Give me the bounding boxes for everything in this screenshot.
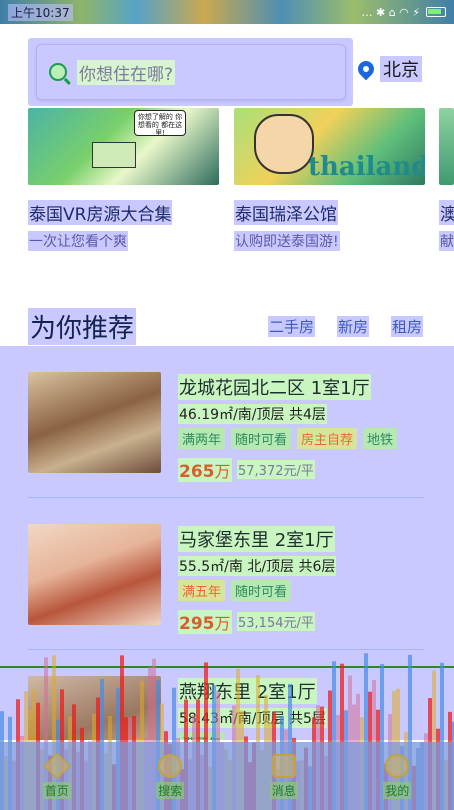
list-item[interactable]: 燕翔东里 2室1厅 58.43㎡/南/顶层 共5层 满两年 bbox=[28, 676, 428, 740]
banner-title: 澳 bbox=[439, 200, 454, 225]
list-item[interactable]: 龙城花园北二区 1室1厅 46.19㎡/南/顶层 共4层 满两年 随时可看 房主… bbox=[28, 372, 428, 507]
banner-image: 你想了解的 你想看的 都在这里! bbox=[28, 108, 219, 185]
list-item[interactable]: 马家堡东里 2室1厅 55.5㎡/南 北/顶层 共6层 满五年 随时可看 295… bbox=[28, 524, 428, 659]
listing-name: 龙城花园北二区 1室1厅 bbox=[178, 374, 371, 400]
search-placeholder: 你想住在哪? bbox=[77, 59, 176, 85]
listing-unit-price: 57,372元/平 bbox=[237, 460, 315, 479]
home-icon bbox=[43, 751, 71, 780]
house-illustration bbox=[92, 142, 136, 168]
listing-name: 燕翔东里 2室1厅 bbox=[178, 678, 317, 704]
listing-name: 马家堡东里 2室1厅 bbox=[178, 526, 335, 552]
divider bbox=[28, 497, 424, 498]
nav-label: 我的 bbox=[383, 781, 412, 799]
banner-title: 泰国瑞泽公馆 bbox=[234, 200, 338, 225]
listing-tag: 随时可看 bbox=[231, 580, 292, 601]
listing-list[interactable]: 龙城花园北二区 1室1厅 46.19㎡/南/顶层 共4层 满两年 随时可看 房主… bbox=[0, 346, 454, 740]
nav-label: 消息 bbox=[269, 781, 298, 799]
status-bar: 上午10:37 … ✱ ⌂ ◠ ⚡ bbox=[0, 0, 454, 24]
divider bbox=[28, 649, 424, 650]
listing-photo bbox=[28, 524, 161, 625]
tab-new-house[interactable]: 新房 bbox=[336, 316, 369, 337]
price-unit: 万 bbox=[214, 462, 231, 481]
nav-home[interactable]: 首页 bbox=[0, 742, 114, 810]
banner-image bbox=[439, 108, 454, 185]
surprised-face-illustration bbox=[254, 114, 314, 174]
listing-photo bbox=[28, 372, 161, 473]
header: 你想住在哪? 北京 bbox=[0, 24, 454, 108]
recommend-tabs: 二手房 新房 租房 bbox=[267, 316, 423, 337]
speech-bubble: 你想了解的 你想看的 都在这里! bbox=[134, 110, 186, 137]
banner-subtitle: 献 bbox=[439, 231, 454, 251]
listing-spec: 46.19㎡/南/顶层 共4层 bbox=[178, 404, 327, 424]
search-icon bbox=[49, 63, 67, 81]
price-value: 265 bbox=[179, 462, 215, 482]
status-icons-text: … ✱ ⌂ ◠ ⚡ bbox=[361, 5, 420, 19]
listing-unit-price: 53,154元/平 bbox=[237, 612, 315, 631]
price-value: 295 bbox=[179, 614, 215, 634]
listing-spec: 58.43㎡/南/顶层 共5层 bbox=[178, 708, 327, 728]
message-icon bbox=[271, 753, 296, 778]
status-icons: … ✱ ⌂ ◠ ⚡ bbox=[361, 6, 446, 19]
listing-tags: 满五年 随时可看 bbox=[178, 580, 292, 601]
listing-tags: 满两年 随时可看 房主自荐 地铁 bbox=[178, 428, 398, 449]
listing-tags: 满两年 bbox=[178, 732, 226, 740]
search-wrapper: 你想住在哪? bbox=[28, 38, 353, 106]
banner-subtitle: 一次让您看个爽 bbox=[28, 231, 128, 251]
location-pin-icon bbox=[354, 57, 378, 81]
banner-image: thailand bbox=[234, 108, 425, 185]
search-input[interactable]: 你想住在哪? bbox=[36, 44, 346, 100]
banner-subtitle: 认购即送泰国游! bbox=[234, 231, 340, 251]
recommend-title: 为你推荐 bbox=[28, 308, 137, 345]
bottom-nav: 首页 搜索 消息 我的 bbox=[0, 742, 454, 810]
nav-profile[interactable]: 我的 bbox=[341, 742, 454, 810]
nav-label: 首页 bbox=[42, 781, 71, 799]
listing-tag: 满五年 bbox=[178, 580, 226, 601]
listing-photo bbox=[28, 676, 161, 740]
banner-word: thailand bbox=[308, 152, 425, 182]
search-icon bbox=[158, 753, 183, 778]
listing-price: 265万 bbox=[178, 458, 232, 482]
listing-tag: 满两年 bbox=[178, 428, 226, 449]
price-unit: 万 bbox=[214, 614, 231, 633]
banner-card[interactable]: thailand 泰国瑞泽公馆 认购即送泰国游! bbox=[234, 108, 425, 251]
city-label: 北京 bbox=[380, 56, 422, 82]
listing-spec: 55.5㎡/南 北/顶层 共6层 bbox=[178, 556, 337, 576]
banner-carousel[interactable]: 你想了解的 你想看的 都在这里! 泰国VR房源大合集 一次让您看个爽 thail… bbox=[0, 108, 454, 258]
listing-price: 295万 bbox=[178, 610, 232, 634]
recommend-header: 为你推荐 二手房 新房 租房 bbox=[0, 300, 454, 346]
listing-tag: 满两年 bbox=[178, 732, 226, 740]
status-time: 上午10:37 bbox=[8, 3, 73, 21]
banner-card[interactable]: 你想了解的 你想看的 都在这里! 泰国VR房源大合集 一次让您看个爽 bbox=[28, 108, 219, 251]
city-selector[interactable]: 北京 bbox=[354, 56, 422, 82]
listing-tag: 地铁 bbox=[363, 428, 398, 449]
tab-second-hand[interactable]: 二手房 bbox=[267, 316, 315, 337]
listing-tag: 房主自荐 bbox=[297, 428, 358, 449]
profile-icon bbox=[385, 753, 410, 778]
battery-icon bbox=[426, 7, 446, 17]
nav-search[interactable]: 搜索 bbox=[114, 742, 228, 810]
nav-message[interactable]: 消息 bbox=[227, 742, 341, 810]
nav-label: 搜索 bbox=[156, 781, 185, 799]
banner-card[interactable]: 澳 献 bbox=[439, 108, 454, 251]
listing-tag: 随时可看 bbox=[231, 428, 292, 449]
banner-title: 泰国VR房源大合集 bbox=[28, 200, 173, 225]
tab-rent[interactable]: 租房 bbox=[390, 316, 423, 337]
